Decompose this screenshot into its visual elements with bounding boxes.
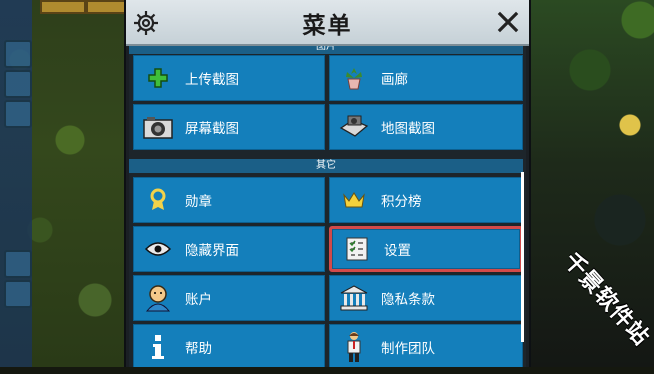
camera-icon	[143, 112, 173, 142]
credits-label: 制作团队	[381, 341, 435, 357]
toolbar-button[interactable]	[4, 250, 32, 278]
info-icon	[143, 332, 173, 362]
plus-icon	[143, 63, 173, 93]
section-header-other: 其它	[129, 159, 523, 173]
checklist-icon	[342, 234, 372, 264]
settings-button[interactable]: 设置	[329, 226, 523, 272]
leaderboard-button[interactable]: 积分榜	[329, 177, 523, 223]
privacy-button[interactable]: 隐私条款	[329, 275, 523, 321]
crown-icon	[339, 185, 369, 215]
person-icon	[339, 332, 369, 362]
screenshot-label: 屏幕截图	[185, 121, 239, 137]
account-button[interactable]: 账户	[133, 275, 325, 321]
potted-plant-icon	[339, 63, 369, 93]
achievements-label: 勋章	[185, 194, 212, 210]
settings-label: 设置	[384, 243, 411, 259]
toolbar-button[interactable]	[4, 100, 32, 128]
menu-window: 菜单 图片 上传截图 画廊 屏幕截图 地图截图 其它 勋章 积分榜 隐藏界面 设…	[124, 0, 531, 367]
section-header-images: 图片	[129, 46, 523, 54]
avatar-icon	[143, 283, 173, 313]
leaderboard-label: 积分榜	[381, 194, 422, 210]
privacy-label: 隐私条款	[381, 292, 435, 308]
toolbar-button[interactable]	[4, 70, 32, 98]
menu-content: 图片 上传截图 画廊 屏幕截图 地图截图 其它 勋章 积分榜 隐藏界面 设置 账…	[129, 46, 526, 367]
map-camera-icon	[339, 112, 369, 142]
bank-icon	[339, 283, 369, 313]
scrollbar[interactable]	[521, 172, 524, 342]
medal-icon	[143, 185, 173, 215]
map-screenshot-button[interactable]: 地图截图	[329, 104, 523, 150]
map-screenshot-label: 地图截图	[381, 121, 435, 137]
eye-icon	[143, 234, 173, 264]
close-icon[interactable]	[497, 11, 519, 33]
upload-screenshot-button[interactable]: 上传截图	[133, 55, 325, 101]
help-label: 帮助	[185, 341, 212, 357]
menu-title: 菜单	[302, 13, 353, 39]
screenshot-button[interactable]: 屏幕截图	[133, 104, 325, 150]
credits-button[interactable]: 制作团队	[329, 324, 523, 367]
hide-ui-label: 隐藏界面	[185, 243, 239, 259]
top-bar-tab[interactable]	[40, 0, 86, 14]
upload-screenshot-label: 上传截图	[185, 72, 239, 88]
left-toolbar	[0, 0, 32, 367]
gallery-button[interactable]: 画廊	[329, 55, 523, 101]
help-button[interactable]: 帮助	[133, 324, 325, 367]
toolbar-button[interactable]	[4, 280, 32, 308]
achievements-button[interactable]: 勋章	[133, 177, 325, 223]
gallery-label: 画廊	[381, 72, 408, 88]
hide-ui-button[interactable]: 隐藏界面	[133, 226, 325, 272]
account-label: 账户	[185, 292, 212, 308]
menu-header: 菜单	[126, 0, 529, 46]
toolbar-button[interactable]	[4, 40, 32, 68]
